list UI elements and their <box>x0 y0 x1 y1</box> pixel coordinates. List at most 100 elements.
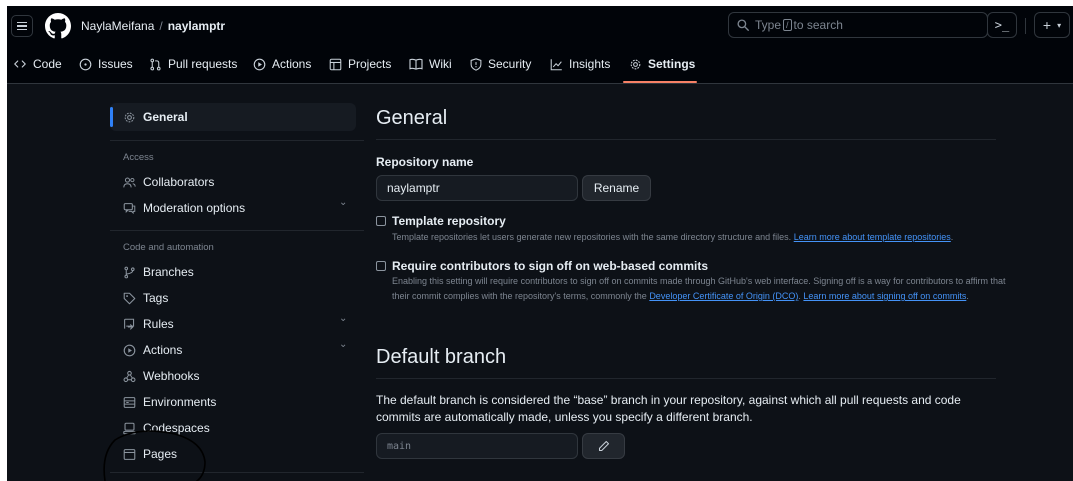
tab-label: Wiki <box>429 57 452 71</box>
sidebar-divider <box>110 230 364 231</box>
menu-bar <box>17 25 27 27</box>
tab-insights[interactable]: Insights <box>550 57 610 71</box>
sidebar-item-actions[interactable]: Actions <box>123 343 182 357</box>
sidebar-item-label: General <box>143 110 188 124</box>
tab-issues[interactable]: Issues <box>79 57 133 71</box>
active-tab-indicator <box>623 81 697 83</box>
sidebar-heading-access: Access <box>123 152 154 163</box>
sidebar-item-tags[interactable]: Tags <box>123 291 168 305</box>
tab-settings[interactable]: Settings <box>629 57 695 71</box>
sidebar-item-rules[interactable]: Rules <box>123 317 174 331</box>
menu-button[interactable] <box>11 15 33 37</box>
sidebar-item-pages[interactable]: Pages <box>123 447 177 461</box>
default-branch-description: The default branch is considered the “ba… <box>376 393 961 424</box>
play-circle-icon <box>253 58 266 70</box>
template-repository-checkbox[interactable] <box>376 216 386 226</box>
tab-label: Projects <box>348 57 392 71</box>
header-divider <box>1025 18 1026 34</box>
tab-security[interactable]: Security <box>470 57 531 71</box>
repo-push-icon <box>124 318 135 330</box>
sidebar-item-label: Pages <box>143 447 178 461</box>
default-branch-value: main <box>376 433 578 459</box>
shield-icon <box>470 57 482 71</box>
people-icon <box>123 177 136 187</box>
pull-request-icon <box>150 58 161 70</box>
template-repository-description: Template repositories let users generate… <box>392 230 1012 245</box>
template-learn-more-link[interactable]: Learn more about template repositories <box>794 232 951 242</box>
sidebar-item-label: Actions <box>143 343 183 357</box>
sidebar-item-moderation[interactable]: Moderation options <box>123 201 245 215</box>
template-desc-text: Template repositories let users generate… <box>392 232 792 242</box>
signoff-learn-more-link[interactable]: Learn more about signing off on commits <box>803 291 966 301</box>
tab-code[interactable]: Code <box>13 57 62 71</box>
webhook-icon <box>123 370 136 382</box>
sidebar-item-label: Branches <box>143 265 194 279</box>
breadcrumb: NaylaMeifana / naylamptr <box>81 19 225 33</box>
book-icon <box>409 58 423 70</box>
sidebar-divider <box>110 472 364 473</box>
table-icon <box>329 58 342 70</box>
tab-wiki[interactable]: Wiki <box>409 57 452 71</box>
owner-link[interactable]: NaylaMeifana <box>81 19 154 33</box>
tab-label: Code <box>33 57 62 71</box>
sidebar-item-general[interactable]: General <box>123 110 188 124</box>
dco-link[interactable]: Developer Certificate of Origin (DCO) <box>649 291 798 301</box>
edit-branch-button[interactable] <box>582 433 625 459</box>
pencil-icon <box>598 440 609 452</box>
page-title: General <box>376 107 448 129</box>
search-icon <box>737 19 749 31</box>
tab-pull-requests[interactable]: Pull requests <box>149 57 237 71</box>
sidebar-item-webhooks[interactable]: Webhooks <box>123 369 199 383</box>
terminal-icon: >_ <box>994 18 1010 32</box>
sidebar-item-label: Tags <box>143 291 169 305</box>
tab-label: Pull requests <box>168 57 238 71</box>
chevron-down-icon[interactable]: ⌄ <box>339 313 347 324</box>
code-icon <box>14 60 26 68</box>
sidebar-item-branches[interactable]: Branches <box>123 265 194 279</box>
signoff-label: Require contributors to sign off on web-… <box>392 259 709 273</box>
sidebar-item-collaborators[interactable]: Collaborators <box>123 175 214 189</box>
breadcrumb-separator: / <box>159 19 163 33</box>
sidebar-item-label: Codespaces <box>143 421 210 435</box>
sidebar-item-label: Webhooks <box>143 369 200 383</box>
signoff-checkbox[interactable] <box>376 261 386 271</box>
tab-label: Security <box>488 57 532 71</box>
search-shortcut-key: / <box>783 19 792 31</box>
repo-nav: Code Issues Pull requests Actions Projec… <box>7 46 1073 84</box>
repository-name-input[interactable] <box>376 175 578 201</box>
menu-bar <box>17 28 27 31</box>
server-icon <box>123 396 136 408</box>
tag-icon <box>123 292 136 304</box>
sidebar-item-label: Environments <box>143 395 217 409</box>
sidebar-item-label: Moderation options <box>143 201 246 215</box>
search-prefix: Type <box>755 18 782 32</box>
repo-link[interactable]: naylamptr <box>168 19 225 33</box>
gear-icon <box>630 59 641 69</box>
play-circle-icon <box>123 344 136 356</box>
branch-divider <box>376 378 996 379</box>
title-divider <box>376 139 996 140</box>
command-palette-button[interactable]: >_ <box>987 12 1017 38</box>
default-branch-title: Default branch <box>376 346 507 368</box>
github-logo-icon[interactable] <box>45 13 71 39</box>
chevron-down-icon[interactable]: ⌄ <box>339 339 347 350</box>
codespaces-icon <box>123 422 136 434</box>
sidebar-item-environments[interactable]: Environments <box>123 395 216 409</box>
create-new-button[interactable]: + ▾ <box>1034 12 1070 38</box>
browser-icon <box>123 448 136 460</box>
sidebar-divider <box>110 140 364 141</box>
sidebar-item-label: Rules <box>143 317 174 331</box>
search-input[interactable]: Type / to search <box>728 12 988 38</box>
gear-icon <box>124 112 135 122</box>
tab-label: Issues <box>98 57 133 71</box>
sidebar-heading-automation: Code and automation <box>123 242 214 253</box>
tab-projects[interactable]: Projects <box>329 57 391 71</box>
menu-bar <box>17 21 27 24</box>
template-repository-label: Template repository <box>392 214 506 228</box>
github-window: NaylaMeifana / naylamptr Type / to search … <box>7 6 1073 481</box>
tab-label: Actions <box>272 57 312 71</box>
chevron-down-icon[interactable]: ⌄ <box>339 197 347 208</box>
sidebar-item-codespaces[interactable]: Codespaces <box>123 421 210 435</box>
tab-actions[interactable]: Actions <box>253 57 311 71</box>
rename-button[interactable]: Rename <box>582 175 651 201</box>
